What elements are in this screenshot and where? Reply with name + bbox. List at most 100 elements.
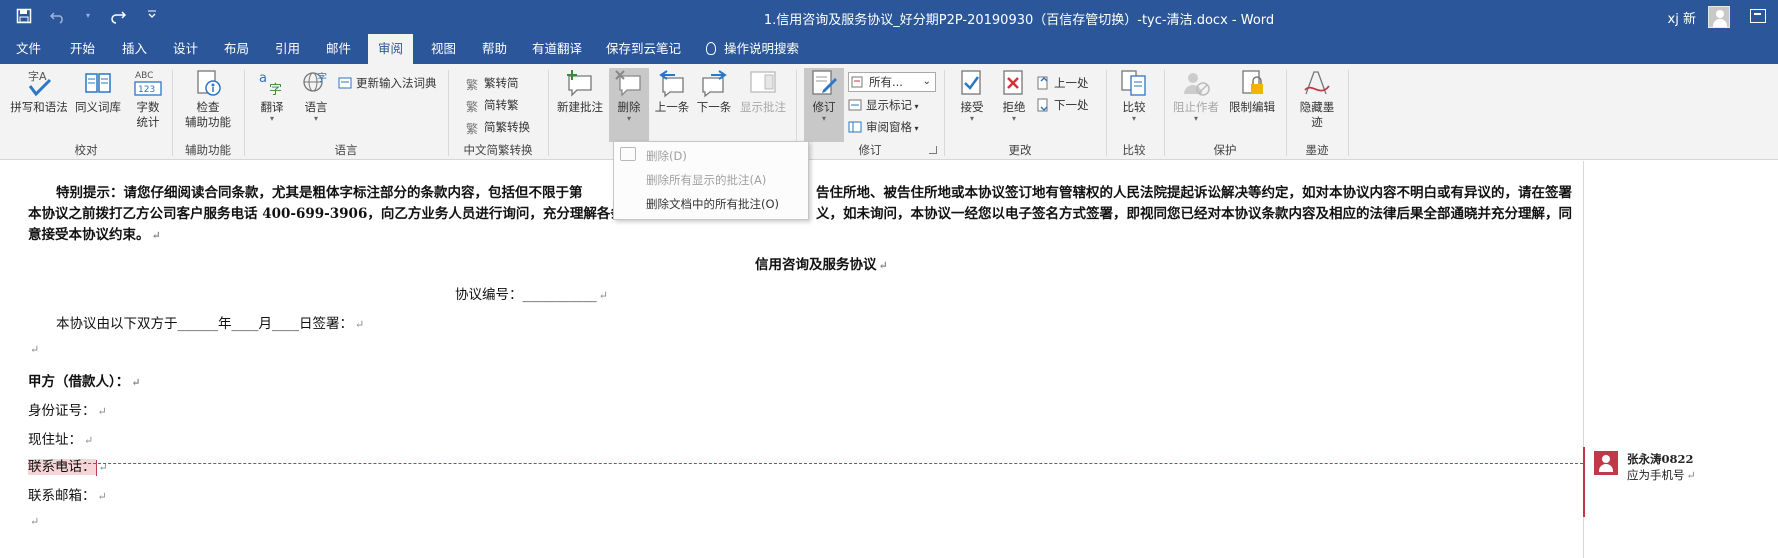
- traditional-to-simplified-icon: 繁: [466, 77, 479, 92]
- tell-me-search[interactable]: 操作说明搜索: [696, 34, 809, 64]
- translate-button[interactable]: a字 翻译 ▾: [252, 68, 292, 123]
- tab-review[interactable]: 审阅: [368, 34, 414, 64]
- menu-item-delete[interactable]: 删除(D): [646, 148, 687, 164]
- track-changes-button[interactable]: 修订 ▾: [804, 68, 844, 142]
- tab-view[interactable]: 视图: [421, 34, 466, 64]
- compare-button[interactable]: 比较 ▾: [1114, 68, 1154, 123]
- svg-text:字A: 字A: [28, 69, 47, 83]
- translate-icon: a字: [257, 68, 287, 98]
- empty-paragraph: ↵: [28, 513, 39, 529]
- block-authors-label: 阻止作者: [1173, 100, 1219, 114]
- update-ime-dictionary-button[interactable]: 更新输入法词典: [338, 74, 437, 92]
- convert-label: 简繁转换: [484, 120, 530, 134]
- next-change-button[interactable]: 下一处: [1036, 96, 1089, 114]
- tab-insert[interactable]: 插入: [112, 34, 157, 64]
- previous-change-button[interactable]: 上一处: [1036, 74, 1089, 92]
- markup-icon: [851, 75, 865, 89]
- track-label: 修订: [812, 100, 836, 114]
- notice-part-1b: 告住所地、被告住所地或本协议签订地有管辖权的人民法院提起诉讼解决等约定，如对本协…: [816, 185, 1572, 201]
- new-comment-button[interactable]: 新建批注: [554, 68, 606, 115]
- language-button[interactable]: 字 语言 ▾: [296, 68, 336, 123]
- notice-part-2a: 本协议之前拨打乙方公司客户服务电话 400-699-3906，向乙方业务人员进行…: [28, 206, 624, 222]
- delete-comment-icon: [614, 68, 644, 98]
- previous-comment-button[interactable]: 上一条: [652, 68, 692, 115]
- hide-ink-button[interactable]: 隐藏墨 迹: [1292, 68, 1342, 130]
- block-authors-button[interactable]: 阻止作者 ▾: [1170, 68, 1222, 123]
- accept-button[interactable]: 接受 ▾: [952, 68, 992, 123]
- restrict-editing-button[interactable]: 限制编辑: [1224, 68, 1280, 115]
- menu-item-delete-all-shown[interactable]: 删除所有显示的批注(A): [646, 172, 766, 188]
- restrict-editing-icon: [1237, 68, 1267, 98]
- notice-line-1: 特别提示：请您仔细阅读合同条款，尤其是粗体字标注部分的条款内容，包括但不限于第: [56, 181, 583, 201]
- commented-text[interactable]: 联系电话：: [28, 459, 96, 475]
- group-separator: [1348, 70, 1349, 156]
- tab-help[interactable]: 帮助: [472, 34, 517, 64]
- title-bar: ▾ 1.信用咨询及服务协议_好分期P2P-20190930（百信存管切换）-ty…: [0, 0, 1778, 34]
- traditional-to-simplified-button[interactable]: 繁繁转简: [466, 74, 519, 92]
- next-change-icon: [1036, 98, 1050, 112]
- new-comment-label: 新建批注: [557, 100, 603, 114]
- reviewing-pane-button[interactable]: 审阅窗格 ▾: [848, 118, 919, 138]
- thesaurus-button[interactable]: 同义词库: [72, 68, 124, 115]
- svg-text:123: 123: [138, 85, 155, 95]
- next-comment-icon: [699, 68, 729, 98]
- show-comments-button[interactable]: 显示批注: [736, 68, 790, 115]
- chevron-down-icon: ▾: [1193, 114, 1198, 123]
- group-label-compare: 比较: [1122, 143, 1146, 157]
- comment-author: 张永涛0822: [1627, 452, 1694, 466]
- group-label-protect: 保护: [1213, 143, 1237, 157]
- tab-layout[interactable]: 布局: [214, 34, 259, 64]
- show-markup-icon: [848, 98, 862, 112]
- comment-author-avatar-icon: [1594, 451, 1618, 475]
- group-label-language: 语言: [334, 143, 358, 157]
- account-area[interactable]: xj 新: [1668, 6, 1730, 28]
- comment-text[interactable]: 应为手机号 ↵: [1627, 467, 1696, 483]
- chinese-conversion-button[interactable]: 繁简繁转换: [466, 118, 530, 136]
- previous-comment-label: 上一条: [654, 100, 690, 114]
- group-label-tracking: 修订: [858, 143, 882, 157]
- party-a-text: 甲方（借款人）：: [28, 374, 130, 390]
- show-markup-label: 显示标记: [866, 98, 912, 112]
- chinese-conversion-icon: 繁: [466, 121, 479, 136]
- show-markup-button[interactable]: 显示标记 ▾: [848, 96, 919, 116]
- svg-text:字: 字: [317, 71, 327, 84]
- user-name[interactable]: xj 新: [1668, 8, 1696, 27]
- next-comment-button[interactable]: 下一条: [694, 68, 734, 115]
- ribbon-display-options-icon[interactable]: [1750, 9, 1766, 23]
- document-canvas[interactable]: 特别提示：请您仔细阅读合同条款，尤其是粗体字标注部分的条款内容，包括但不限于第 …: [0, 161, 1778, 558]
- user-avatar-icon[interactable]: [1708, 6, 1730, 28]
- reviewing-pane-icon: [848, 120, 862, 134]
- ribbon-tabs: 文件 开始 插入 设计 布局 引用 邮件 审阅 视图 帮助 有道翻译 保存到云笔…: [0, 34, 1778, 64]
- id-number-text: 身份证号：: [28, 403, 96, 419]
- tab-youdao-translate[interactable]: 有道翻译: [522, 34, 592, 64]
- simplified-to-traditional-icon: 繁: [466, 99, 479, 114]
- tab-file[interactable]: 文件: [6, 34, 51, 64]
- word-count-icon: ABC 123: [133, 68, 163, 98]
- previous-change-label: 上一处: [1054, 76, 1089, 90]
- paragraph-mark: ↵: [151, 229, 161, 242]
- menu-item-delete-all-comments[interactable]: 删除文档中的所有批注(O): [646, 196, 779, 212]
- lightbulb-icon: [706, 42, 716, 55]
- comment-body[interactable]: 应为手机号: [1627, 468, 1685, 482]
- spelling-grammar-button[interactable]: 字A 拼写和语法: [8, 68, 70, 115]
- tab-save-to-cloud-note[interactable]: 保存到云笔记: [596, 34, 691, 64]
- notice-part-2b: 义，如未询问，本协议一经您以电子签名方式签署，即视同您已经对本协议条款内容及相应…: [816, 206, 1572, 222]
- markup-select[interactable]: 所有... ⌄: [848, 72, 936, 92]
- simplified-to-traditional-button[interactable]: 繁简转繁: [466, 96, 519, 114]
- tab-design[interactable]: 设计: [163, 34, 208, 64]
- to-simplified-label: 繁转简: [484, 76, 519, 90]
- tab-references[interactable]: 引用: [265, 34, 310, 64]
- next-comment-label: 下一条: [696, 100, 732, 114]
- tracking-dialog-launcher-icon[interactable]: [929, 146, 937, 154]
- paragraph-mark: ↵: [30, 343, 40, 356]
- block-authors-icon: [1181, 68, 1211, 98]
- word-count-button[interactable]: ABC 123 字数 统计: [128, 68, 168, 130]
- update-ime-label: 更新输入法词典: [356, 76, 437, 90]
- tab-home[interactable]: 开始: [60, 34, 105, 64]
- delete-comment-button[interactable]: 删除 ▾: [609, 68, 649, 142]
- tab-mailings[interactable]: 邮件: [316, 34, 361, 64]
- ribbon-review: 字A 拼写和语法 同义词库 ABC 123 字数 统计 校对 检查 辅助功能 辅…: [0, 64, 1778, 160]
- text-caret: [95, 459, 97, 476]
- reject-button[interactable]: 拒绝 ▾: [994, 68, 1034, 123]
- check-accessibility-button[interactable]: 检查 辅助功能: [178, 68, 238, 130]
